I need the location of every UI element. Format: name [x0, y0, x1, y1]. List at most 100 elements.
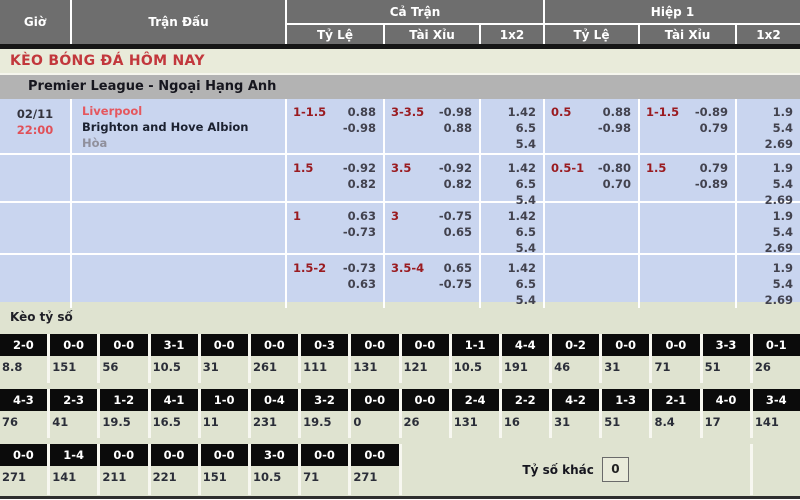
score-bet-cell[interactable]: 4-1 16.5: [151, 389, 198, 438]
score-bet-cell[interactable]: 0-0 271: [351, 444, 398, 495]
h1-handicap-cell[interactable]: 0.5 0.88 -0.98: [545, 99, 640, 153]
score-value[interactable]: 4-4: [502, 334, 549, 356]
score-bet-cell[interactable]: 2-0 8.8: [0, 334, 47, 383]
score-bet-cell[interactable]: 3-0 10.5: [251, 444, 298, 495]
score-value[interactable]: 3-1: [151, 334, 198, 356]
ft-handicap-cell[interactable]: 1.5 -0.92 0.82: [287, 155, 385, 208]
score-bet-cell[interactable]: 2-3 41: [50, 389, 97, 438]
score-value[interactable]: 0-0: [100, 334, 147, 356]
score-value[interactable]: 0-0: [0, 444, 47, 466]
score-bet-cell[interactable]: 0-3 111: [301, 334, 348, 383]
h1-handicap-cell[interactable]: [545, 255, 640, 308]
score-bet-cell[interactable]: 3-4 141: [753, 389, 800, 438]
score-bet-cell[interactable]: 0-0 71: [652, 334, 699, 383]
score-value[interactable]: 1-0: [201, 389, 248, 411]
score-bet-cell[interactable]: 2-2 16: [502, 389, 549, 438]
score-value[interactable]: 2-0: [0, 334, 47, 356]
ft-handicap-cell[interactable]: 1 0.63 -0.73: [287, 203, 385, 256]
score-value[interactable]: 3-2: [301, 389, 348, 411]
score-value[interactable]: 1-1: [452, 334, 499, 356]
score-bet-cell[interactable]: 0-0 151: [201, 444, 248, 495]
score-bet-cell[interactable]: 0-0 261: [251, 334, 298, 383]
h1-1x2-cell[interactable]: 1.9 5.4 2.69: [737, 155, 800, 208]
score-value[interactable]: 3-4: [753, 389, 800, 411]
score-value[interactable]: 0-0: [351, 444, 398, 466]
score-bet-cell[interactable]: 2-1 8.4: [652, 389, 699, 438]
score-value[interactable]: 0-0: [201, 444, 248, 466]
score-value[interactable]: 4-1: [151, 389, 198, 411]
score-bet-cell[interactable]: 3-3 51: [703, 334, 750, 383]
h1-1x2-cell[interactable]: 1.9 5.4 2.69: [737, 203, 800, 256]
score-value[interactable]: 2-1: [652, 389, 699, 411]
score-value[interactable]: 0-2: [552, 334, 599, 356]
ft-handicap-cell[interactable]: 1.5-2 -0.73 0.63: [287, 255, 385, 308]
score-value[interactable]: 0-0: [100, 444, 147, 466]
score-bet-cell[interactable]: 0-0 271: [0, 444, 47, 495]
score-value[interactable]: 4-2: [552, 389, 599, 411]
other-score-input[interactable]: 0: [602, 457, 629, 482]
home-team[interactable]: Liverpool: [82, 103, 285, 119]
score-value[interactable]: 3-3: [703, 334, 750, 356]
score-bet-cell[interactable]: 0-0 151: [50, 334, 97, 383]
score-bet-cell[interactable]: 0-0 221: [151, 444, 198, 495]
score-value[interactable]: 0-0: [201, 334, 248, 356]
score-value[interactable]: 0-1: [753, 334, 800, 356]
ft-1x2-cell[interactable]: 1.42 6.5 5.4: [481, 99, 545, 153]
score-value[interactable]: 1-3: [602, 389, 649, 411]
score-bet-cell[interactable]: 4-0 17: [703, 389, 750, 438]
score-value[interactable]: 0-0: [151, 444, 198, 466]
score-bet-cell[interactable]: 3-2 19.5: [301, 389, 348, 438]
score-value[interactable]: 0-0: [402, 334, 449, 356]
ft-1x2-cell[interactable]: 1.42 6.5 5.4: [481, 255, 545, 308]
score-bet-cell[interactable]: 0-0 56: [100, 334, 147, 383]
score-bet-cell[interactable]: 0-0 31: [602, 334, 649, 383]
h1-handicap-cell[interactable]: 0.5-1 -0.80 0.70: [545, 155, 640, 208]
score-bet-cell[interactable]: 0-0 26: [402, 389, 449, 438]
ft-over-under-cell[interactable]: 3-3.5 -0.98 0.88: [385, 99, 481, 153]
score-bet-cell[interactable]: 1-4 141: [50, 444, 97, 495]
h1-handicap-cell[interactable]: [545, 203, 640, 256]
score-bet-cell[interactable]: 0-4 231: [251, 389, 298, 438]
score-bet-cell[interactable]: 1-2 19.5: [100, 389, 147, 438]
score-value[interactable]: 3-0: [251, 444, 298, 466]
score-value[interactable]: 1-2: [100, 389, 147, 411]
score-bet-cell[interactable]: 1-1 10.5: [452, 334, 499, 383]
score-bet-cell[interactable]: 0-0 211: [100, 444, 147, 495]
score-bet-cell[interactable]: 1-0 11: [201, 389, 248, 438]
score-bet-cell[interactable]: 0-0 31: [201, 334, 248, 383]
score-value[interactable]: 1-4: [50, 444, 97, 466]
ft-1x2-cell[interactable]: 1.42 6.5 5.4: [481, 155, 545, 208]
score-bet-cell[interactable]: 0-0 131: [351, 334, 398, 383]
h1-over-under-cell[interactable]: 1.5 0.79 -0.89: [640, 155, 737, 208]
score-value[interactable]: 2-3: [50, 389, 97, 411]
ft-handicap-cell[interactable]: 1-1.5 0.88 -0.98: [287, 99, 385, 153]
score-bet-cell[interactable]: 0-1 26: [753, 334, 800, 383]
score-value[interactable]: 0-0: [50, 334, 97, 356]
h1-1x2-cell[interactable]: 1.9 5.4 2.69: [737, 255, 800, 308]
score-value[interactable]: 0-0: [602, 334, 649, 356]
ft-over-under-cell[interactable]: 3.5-4 0.65 -0.75: [385, 255, 481, 308]
score-bet-cell[interactable]: 1-3 51: [602, 389, 649, 438]
score-bet-cell[interactable]: 4-3 76: [0, 389, 47, 438]
ft-over-under-cell[interactable]: 3.5 -0.92 0.82: [385, 155, 481, 208]
score-value[interactable]: 0-3: [301, 334, 348, 356]
score-bet-cell[interactable]: 0-0 0: [351, 389, 398, 438]
away-team[interactable]: Brighton and Hove Albion: [82, 119, 285, 135]
score-bet-cell[interactable]: 3-1 10.5: [151, 334, 198, 383]
score-value[interactable]: 0-0: [652, 334, 699, 356]
ft-over-under-cell[interactable]: 3 -0.75 0.65: [385, 203, 481, 256]
score-value[interactable]: 0-0: [351, 334, 398, 356]
score-bet-cell[interactable]: 0-0 71: [301, 444, 348, 495]
score-bet-cell[interactable]: 0-2 46: [552, 334, 599, 383]
h1-over-under-cell[interactable]: [640, 203, 737, 256]
score-value[interactable]: 0-0: [351, 389, 398, 411]
score-value[interactable]: 0-0: [251, 334, 298, 356]
score-value[interactable]: 0-0: [402, 389, 449, 411]
score-value[interactable]: 2-4: [452, 389, 499, 411]
score-value[interactable]: 4-0: [703, 389, 750, 411]
h1-over-under-cell[interactable]: 1-1.5 -0.89 0.79: [640, 99, 737, 153]
h1-over-under-cell[interactable]: [640, 255, 737, 308]
score-value[interactable]: 0-0: [301, 444, 348, 466]
score-bet-cell[interactable]: 0-0 121: [402, 334, 449, 383]
score-bet-cell[interactable]: 2-4 131: [452, 389, 499, 438]
